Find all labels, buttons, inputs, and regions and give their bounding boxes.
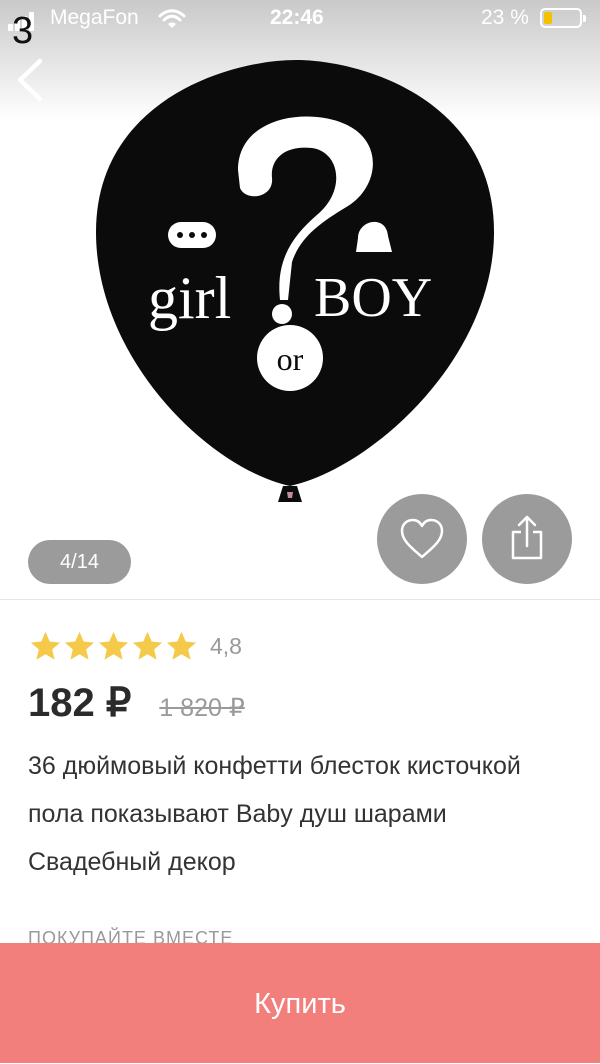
wifi-icon xyxy=(158,9,186,28)
divider xyxy=(0,599,600,600)
status-bar: MegaFon 22:46 23 % xyxy=(0,0,600,40)
gallery-counter: 4/14 xyxy=(28,540,131,584)
carrier-name: MegaFon xyxy=(50,6,139,29)
product-title: 36 дюймовый конфетти блесток кисточкой п… xyxy=(28,752,521,876)
image-text-or: or xyxy=(277,341,304,377)
star-icon xyxy=(166,631,197,660)
battery-percent: 23 % xyxy=(481,6,529,29)
price: 182 ₽ xyxy=(28,681,132,725)
star-icon xyxy=(64,631,95,660)
price-row: 182 ₽ 1 820 ₽ xyxy=(28,680,245,726)
star-icon xyxy=(30,631,61,660)
battery-fill xyxy=(544,12,552,24)
rating-value: 4,8 xyxy=(210,632,242,659)
share-button[interactable] xyxy=(482,494,572,584)
heart-icon xyxy=(400,518,444,559)
favorite-button[interactable] xyxy=(377,494,467,584)
back-button[interactable] xyxy=(12,55,48,105)
buy-button[interactable]: Купить xyxy=(0,943,600,1063)
product-image-gallery[interactable]: or girl BOY 4/14 xyxy=(0,0,600,600)
image-text-girl: girl xyxy=(148,265,231,331)
old-price: 1 820 ₽ xyxy=(159,694,245,722)
image-text-boy: BOY xyxy=(314,267,432,329)
star-icon xyxy=(132,631,163,660)
page-counter: 3 xyxy=(12,10,34,52)
star-icon xyxy=(98,631,129,660)
chevron-left-icon xyxy=(17,58,43,102)
clock: 22:46 xyxy=(270,6,324,29)
share-icon xyxy=(511,515,543,560)
rating: 4,8 xyxy=(28,628,242,664)
battery-icon xyxy=(540,8,586,28)
